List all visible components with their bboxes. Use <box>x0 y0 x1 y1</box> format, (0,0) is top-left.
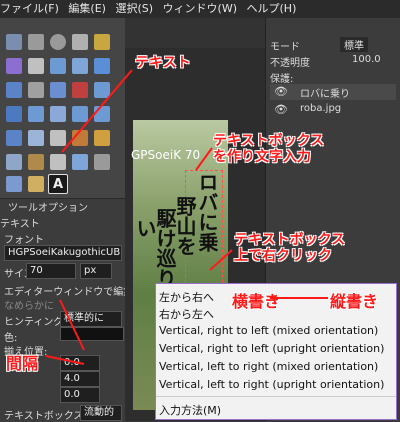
annotation-arrows <box>45 69 328 365</box>
